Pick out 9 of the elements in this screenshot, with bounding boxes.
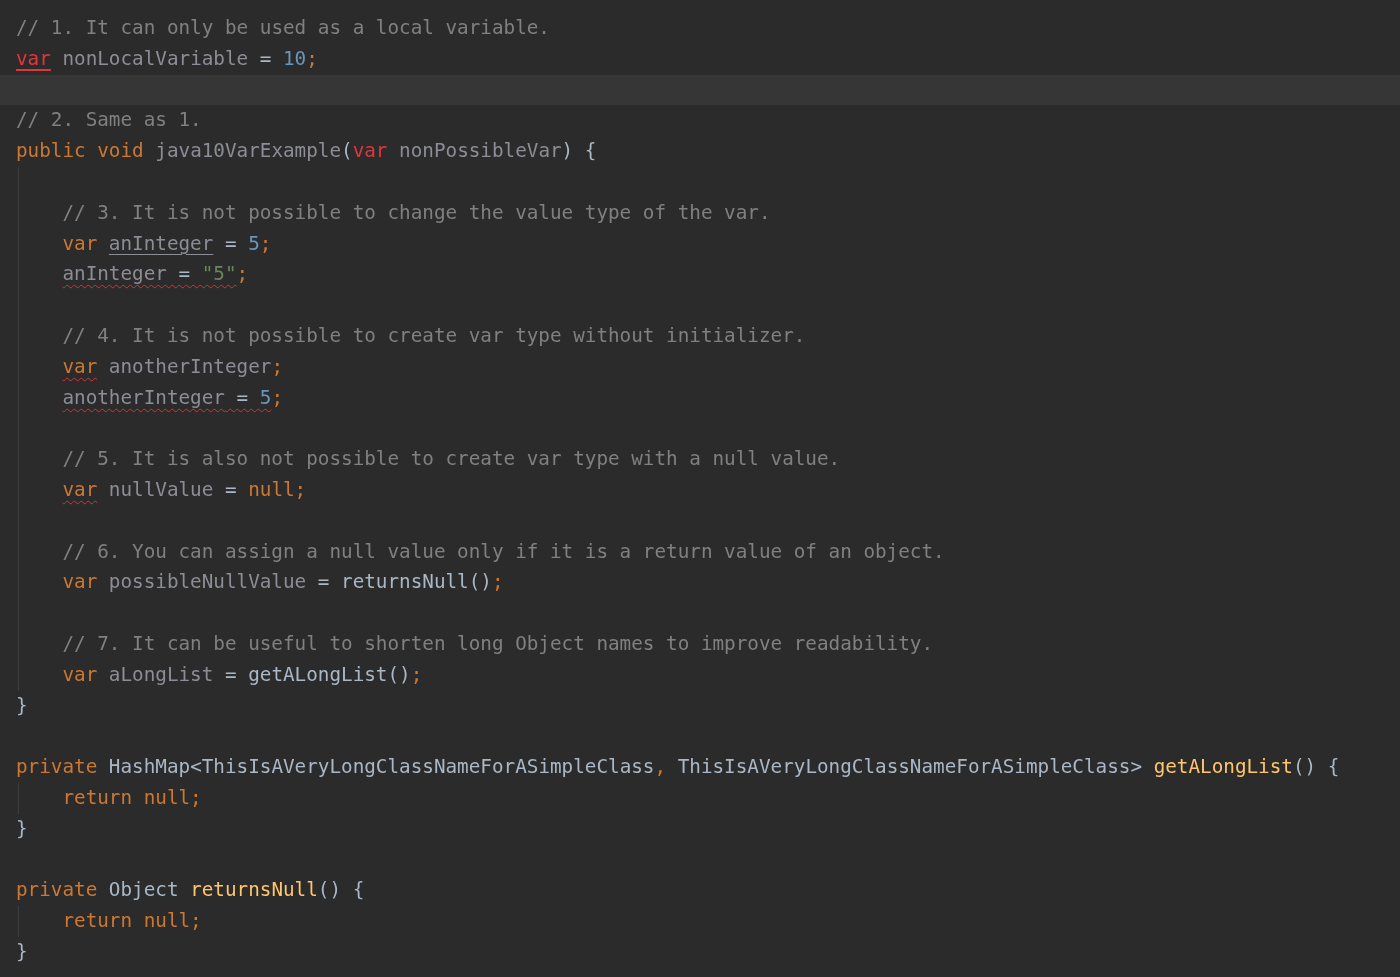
code-line: public void java10VarExample(var nonPossibleVar) {: [15, 138, 598, 165]
code-line: private HashMap<ThisIsAVeryLongClassNameForASimpleClass, ThisIsAVeryLongClassNameForASimpleClass> getALongList() {: [15, 754, 1341, 781]
code-line: // 1. It can only be used as a local variable.: [15, 15, 551, 41]
code-line: }: [15, 938, 29, 965]
code-line: }: [15, 692, 29, 719]
code-line: private Object returnsNull() {: [15, 877, 366, 904]
code-line: // 2. Same as 1.: [15, 107, 203, 134]
code-line: }: [15, 815, 29, 842]
code-line: var nonLocalVariable = 10;: [15, 45, 319, 72]
